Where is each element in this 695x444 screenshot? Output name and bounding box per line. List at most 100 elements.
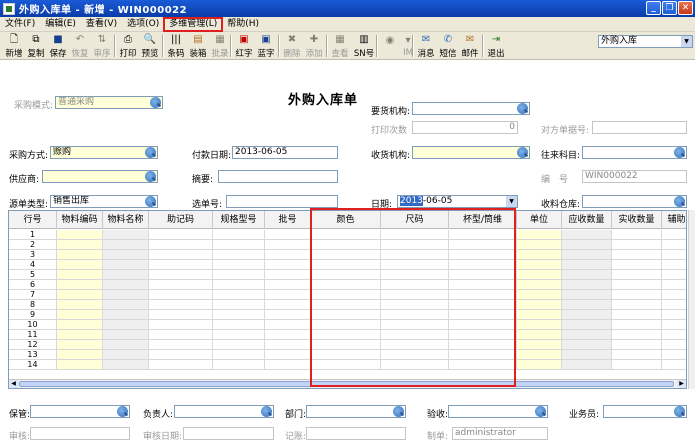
grid-cell[interactable] <box>562 230 612 240</box>
grid-cell[interactable] <box>213 260 265 270</box>
entry-grid[interactable]: 行号 物料编码 物料名称 助记码 规格型号 批号 颜色 尺码 杯型/筒维 单位 … <box>8 210 687 389</box>
table-row[interactable]: 8 <box>9 300 686 310</box>
grid-cell[interactable] <box>612 230 662 240</box>
col-header[interactable]: 批号 <box>265 211 311 229</box>
col-header[interactable]: 尺码 <box>381 211 449 229</box>
grid-cell[interactable] <box>265 330 311 340</box>
inspect-field[interactable] <box>448 405 548 418</box>
grid-cell[interactable] <box>562 310 612 320</box>
purchase-mode-field[interactable]: 普通采购 <box>55 96 163 109</box>
barcode-button[interactable]: ||| 条码 <box>164 33 188 60</box>
grid-cell[interactable] <box>103 290 149 300</box>
grid-cell[interactable] <box>149 260 213 270</box>
message-button[interactable]: ✉ 消息 <box>414 33 438 60</box>
grid-cell[interactable] <box>149 330 213 340</box>
menu-options[interactable]: 选项(O) <box>122 18 164 31</box>
col-header[interactable]: 颜色 <box>311 211 381 229</box>
grid-cell[interactable] <box>381 310 449 320</box>
grid-cell[interactable] <box>311 300 381 310</box>
grid-cell[interactable] <box>149 240 213 250</box>
clerk-field[interactable] <box>603 405 687 418</box>
grid-cell[interactable] <box>662 320 686 330</box>
grid-cell[interactable] <box>311 270 381 280</box>
grid-cell[interactable] <box>612 350 662 360</box>
grid-cell[interactable] <box>311 280 381 290</box>
col-header[interactable]: 规格型号 <box>213 211 265 229</box>
grid-cell[interactable] <box>265 350 311 360</box>
grid-cell[interactable] <box>213 350 265 360</box>
grid-cell[interactable] <box>381 230 449 240</box>
grid-cell[interactable] <box>517 250 562 260</box>
scroll-right-icon[interactable]: ▶ <box>677 380 686 388</box>
preview-button[interactable]: 🔍 预览 <box>138 33 162 60</box>
table-row[interactable]: 12 <box>9 340 686 350</box>
grid-cell[interactable] <box>562 260 612 270</box>
grid-cell[interactable] <box>562 240 612 250</box>
grid-cell[interactable] <box>103 240 149 250</box>
grid-cell[interactable] <box>449 360 517 370</box>
grid-cell[interactable] <box>57 290 103 300</box>
grid-cell[interactable] <box>103 360 149 370</box>
grid-cell[interactable] <box>662 240 686 250</box>
grid-cell[interactable] <box>265 250 311 260</box>
grid-cell[interactable] <box>265 340 311 350</box>
grid-cell[interactable] <box>149 320 213 330</box>
grid-cell[interactable] <box>213 300 265 310</box>
restore-doc-button[interactable]: ↶ 恢复 <box>68 33 92 60</box>
red-button[interactable]: ▣ 红字 <box>232 33 256 60</box>
grid-cell[interactable] <box>311 360 381 370</box>
grid-cell[interactable] <box>449 280 517 290</box>
chevron-down-icon[interactable]: ▼ <box>506 196 517 207</box>
grid-cell[interactable] <box>57 340 103 350</box>
grid-cell[interactable] <box>612 340 662 350</box>
sequence-button[interactable]: ⇅ 审序 <box>90 33 114 60</box>
grid-cell[interactable] <box>57 270 103 280</box>
grid-cell[interactable] <box>612 310 662 320</box>
table-row[interactable]: 11 <box>9 330 686 340</box>
grid-cell[interactable] <box>57 330 103 340</box>
req-org-field[interactable] <box>412 102 530 115</box>
lookup-icon[interactable] <box>674 147 685 158</box>
grid-cell[interactable] <box>103 330 149 340</box>
menu-edit[interactable]: 编辑(E) <box>40 18 81 31</box>
recv-wh-field[interactable] <box>582 195 687 208</box>
grid-cell[interactable] <box>103 320 149 330</box>
grid-cell[interactable] <box>265 320 311 330</box>
grid-cell[interactable] <box>662 340 686 350</box>
grid-cell[interactable] <box>449 260 517 270</box>
batch-entry-button[interactable]: ▦ 批录 <box>208 33 232 60</box>
grid-cell[interactable] <box>662 260 686 270</box>
col-header[interactable]: 物料编码 <box>57 211 103 229</box>
table-row[interactable]: 1 <box>9 230 686 240</box>
grid-cell[interactable] <box>562 340 612 350</box>
grid-cell[interactable] <box>612 240 662 250</box>
grid-cell[interactable] <box>311 260 381 270</box>
new-button[interactable]: 🗋 新增 <box>2 33 26 60</box>
close-button[interactable]: ✕ <box>678 1 693 15</box>
grid-cell[interactable] <box>517 260 562 270</box>
grid-cell[interactable] <box>149 340 213 350</box>
grid-cell[interactable] <box>381 250 449 260</box>
table-row[interactable]: 7 <box>9 290 686 300</box>
grid-cell[interactable] <box>517 330 562 340</box>
grid-cell[interactable] <box>562 250 612 260</box>
grid-cell[interactable] <box>103 310 149 320</box>
grid-cell[interactable] <box>612 300 662 310</box>
lookup-icon[interactable] <box>261 406 272 417</box>
keeper-field[interactable] <box>30 405 130 418</box>
col-header[interactable]: 实收数量 <box>612 211 662 229</box>
col-header[interactable]: 辅助 <box>662 211 686 229</box>
grid-cell[interactable] <box>517 290 562 300</box>
col-header[interactable]: 物料名称 <box>103 211 149 229</box>
grid-cell[interactable] <box>265 280 311 290</box>
grid-cell[interactable] <box>265 230 311 240</box>
grid-cell[interactable] <box>517 270 562 280</box>
grid-cell[interactable] <box>311 350 381 360</box>
grid-cell[interactable] <box>381 280 449 290</box>
grid-cell[interactable] <box>517 240 562 250</box>
purchase-method-field[interactable]: 赊购 <box>50 146 158 159</box>
table-row[interactable]: 14 <box>9 360 686 370</box>
grid-cell[interactable] <box>381 320 449 330</box>
grid-cell[interactable] <box>517 340 562 350</box>
grid-cell[interactable] <box>662 350 686 360</box>
